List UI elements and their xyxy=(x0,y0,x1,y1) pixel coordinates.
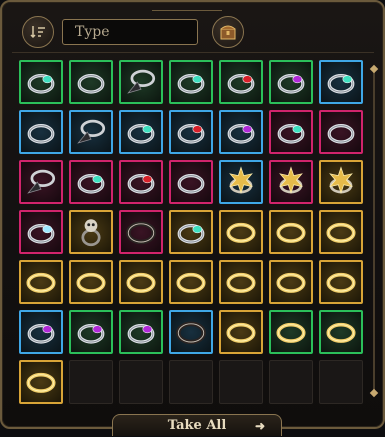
inventory-slot[interactable] xyxy=(269,310,313,354)
empty-slot[interactable] xyxy=(119,360,163,404)
chest-button[interactable] xyxy=(212,16,244,48)
scroll-top-marker xyxy=(369,64,379,74)
inventory-slot[interactable] xyxy=(119,160,163,204)
empty-slot[interactable] xyxy=(269,360,313,404)
inventory-slot[interactable] xyxy=(19,260,63,304)
inventory-slot[interactable] xyxy=(269,260,313,304)
inventory-slot[interactable] xyxy=(219,310,263,354)
inventory-slot[interactable] xyxy=(19,60,63,104)
inventory-slot[interactable] xyxy=(119,260,163,304)
container-panel: Type Take All ➜ xyxy=(0,0,385,436)
inventory-slot[interactable] xyxy=(219,60,263,104)
empty-slot[interactable] xyxy=(69,360,113,404)
inventory-slot[interactable] xyxy=(19,210,63,254)
inventory-slot[interactable] xyxy=(69,210,113,254)
inventory-slot[interactable] xyxy=(19,310,63,354)
inventory-slot[interactable] xyxy=(319,210,363,254)
inventory-slot[interactable] xyxy=(269,210,313,254)
arrow-right-icon: ➜ xyxy=(254,419,265,433)
inventory-slot[interactable] xyxy=(219,260,263,304)
inventory-slot[interactable] xyxy=(319,160,363,204)
inventory-slot[interactable] xyxy=(169,110,213,154)
inventory-slot[interactable] xyxy=(19,110,63,154)
inventory-slot[interactable] xyxy=(319,110,363,154)
inventory-slot[interactable] xyxy=(119,110,163,154)
inventory-slot[interactable] xyxy=(169,260,213,304)
inventory-slot[interactable] xyxy=(169,210,213,254)
inventory-slot[interactable] xyxy=(219,210,263,254)
sort-button[interactable] xyxy=(22,16,54,48)
inventory-slot[interactable] xyxy=(319,60,363,104)
search-placeholder: Type xyxy=(75,24,110,40)
scroll-bottom-marker xyxy=(369,388,379,398)
empty-slot[interactable] xyxy=(169,360,213,404)
inventory-slot[interactable] xyxy=(169,160,213,204)
take-all-label: Take All xyxy=(167,418,227,433)
empty-slot[interactable] xyxy=(319,360,363,404)
sort-icon xyxy=(30,26,45,39)
empty-slot[interactable] xyxy=(219,360,263,404)
inventory-slot[interactable] xyxy=(119,210,163,254)
inventory-slot[interactable] xyxy=(69,60,113,104)
inventory-slot[interactable] xyxy=(269,60,313,104)
inventory-slot[interactable] xyxy=(269,160,313,204)
inventory-slot[interactable] xyxy=(219,110,263,154)
search-input[interactable]: Type xyxy=(62,19,198,45)
inventory-slot[interactable] xyxy=(269,110,313,154)
scroll-track xyxy=(373,66,375,396)
toolbar: Type xyxy=(12,10,374,53)
take-all-button[interactable]: Take All ➜ xyxy=(112,414,282,436)
inventory-slot[interactable] xyxy=(69,110,113,154)
inventory-slot[interactable] xyxy=(69,310,113,354)
inventory-slot[interactable] xyxy=(169,310,213,354)
inventory-slot[interactable] xyxy=(119,310,163,354)
inventory-slot[interactable] xyxy=(219,160,263,204)
inventory-slot[interactable] xyxy=(69,260,113,304)
chest-icon xyxy=(220,25,236,40)
scrollbar[interactable] xyxy=(369,64,379,398)
inventory-slot[interactable] xyxy=(69,160,113,204)
inventory-slot[interactable] xyxy=(19,160,63,204)
inventory-slot[interactable] xyxy=(169,60,213,104)
inventory-slot[interactable] xyxy=(319,260,363,304)
inventory-slot[interactable] xyxy=(319,310,363,354)
inventory-slot[interactable] xyxy=(119,60,163,104)
inventory-slot[interactable] xyxy=(19,360,63,404)
item-grid xyxy=(19,60,363,404)
